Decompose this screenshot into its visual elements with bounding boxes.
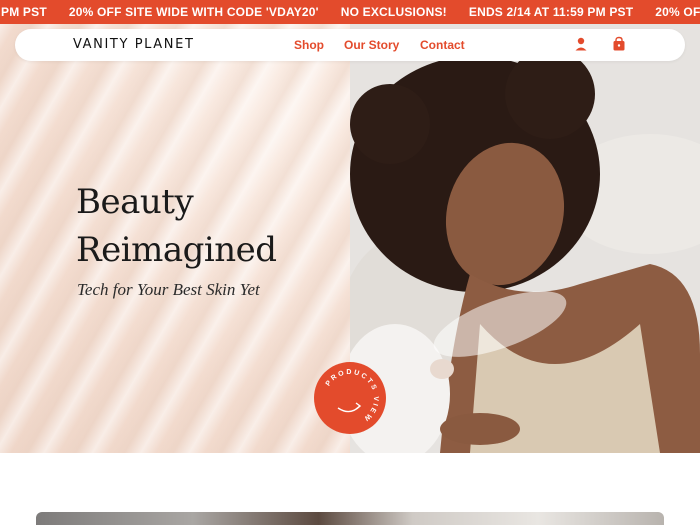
hero-photo [350,24,700,453]
svg-text:PRODUCTS VIEW: PRODUCTS VIEW [325,369,379,423]
announcement-item: 20% OFF SITE WIDE WITH CODE 'VDAY20' [68,5,319,19]
badge-text: PRODUCTS VIEW [325,369,377,423]
hero-subtitle: Tech for Your Best Skin Yet [77,280,260,299]
main-navigation: VANITY PLANET Shop Our Story Contact [15,29,685,61]
account-icon[interactable] [573,36,589,52]
view-products-badge[interactable]: PRODUCTS VIEW [314,362,386,434]
lower-section-image [36,512,664,525]
announcement-bar: PM PST 20% OFF SITE WIDE WITH CODE 'VDAY… [0,0,700,24]
nav-link-shop[interactable]: Shop [294,38,324,52]
nav-link-our-story[interactable]: Our Story [344,38,399,52]
announcement-item: 20% OFF SITE WI [655,5,700,19]
hero-title-line-1: Beauty [76,182,194,222]
cart-icon[interactable] [611,36,627,52]
announcement-item: PM PST [1,5,47,19]
hero-title-line-2: Reimagined [76,230,277,270]
nav-link-contact[interactable]: Contact [420,38,465,52]
brand-logo[interactable]: VANITY PLANET [73,37,194,52]
announcement-item: NO EXCLUSIONS! [340,5,447,19]
hero-photo-illustration [350,24,700,453]
announcement-track: PM PST 20% OFF SITE WIDE WITH CODE 'VDAY… [0,0,700,24]
view-products-icon: PRODUCTS VIEW [325,369,379,423]
announcement-item: ENDS 2/14 AT 11:59 PM PST [468,5,634,19]
